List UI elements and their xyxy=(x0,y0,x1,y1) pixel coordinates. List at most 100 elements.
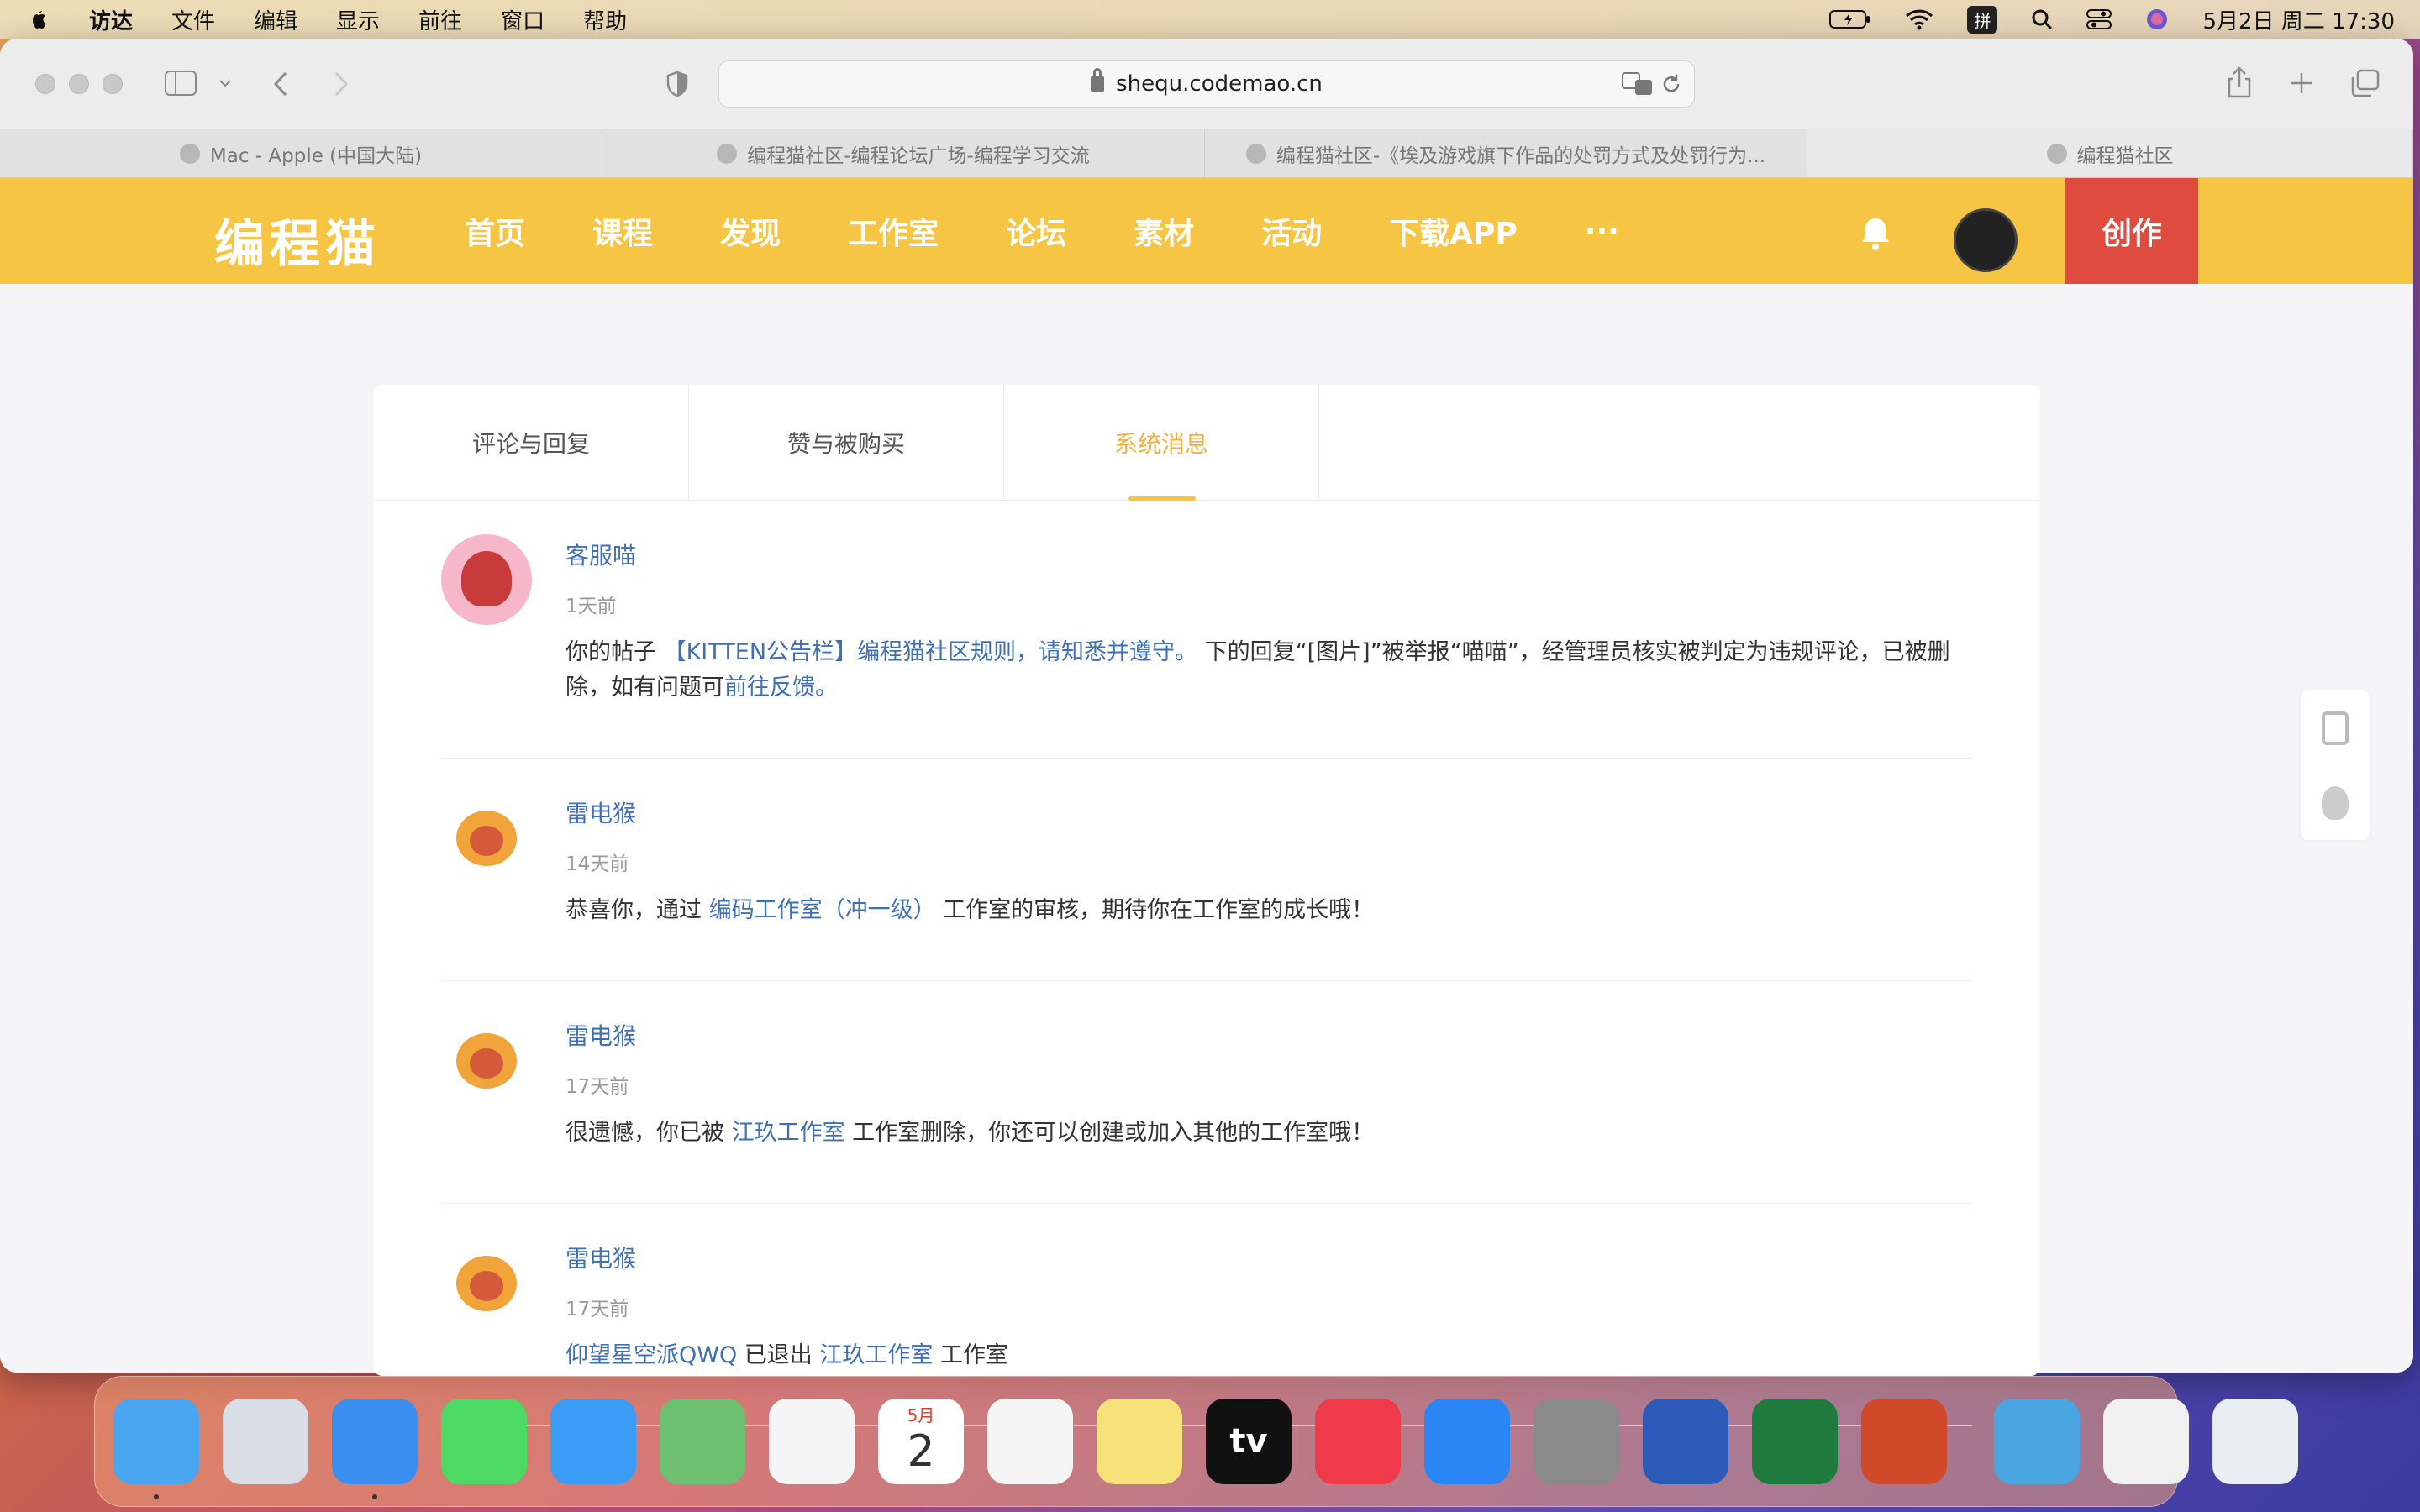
excel-icon[interactable] xyxy=(1752,1399,1838,1484)
reminders-icon[interactable] xyxy=(987,1399,1073,1484)
list-item: 雷电猴 17天前 很遗憾，你已被 江玖工作室 工作室删除，你还可以创建或加入其他的工… xyxy=(441,981,1972,1204)
apple-icon[interactable] xyxy=(25,7,50,32)
browser-tab[interactable]: Mac - Apple (中国大陆) xyxy=(0,129,602,177)
menubar-datetime[interactable]: 5月2日 周二 17:30 xyxy=(2202,4,2395,35)
nav-home[interactable]: 首页 xyxy=(465,209,525,253)
message-text: 很遗憾，你已被 江玖工作室 工作室删除，你还可以创建或加入其他的工作室哦！ xyxy=(566,1116,1972,1151)
address-bar[interactable]: shequ.codemao.cn xyxy=(718,60,1695,108)
nav-more[interactable]: ··· xyxy=(1585,214,1619,249)
message-body: 雷电猴 17天前 仰望星空派QWQ 已退出 江玖工作室 工作室 xyxy=(566,1237,1972,1373)
message-link[interactable]: 【KITTEN公告栏】编程猫社区规则，请知悉并遵守。 xyxy=(664,639,1197,665)
trash-icon[interactable] xyxy=(2212,1399,2298,1484)
mobile-device-icon[interactable] xyxy=(2322,711,2349,745)
spotlight-search-icon[interactable] xyxy=(2031,8,2053,30)
browser-tab[interactable]: 编程猫社区-编程论坛广场-编程学习交流 xyxy=(602,129,1205,177)
running-indicator xyxy=(154,1494,159,1499)
nav-discover[interactable]: 发现 xyxy=(720,209,781,253)
minimize-window-button[interactable] xyxy=(69,73,89,94)
back-icon[interactable] xyxy=(272,71,289,97)
message-text-part: 你的帖子 xyxy=(566,639,664,665)
siri-icon[interactable] xyxy=(2145,8,2169,31)
menu-window[interactable]: 窗口 xyxy=(501,4,544,35)
forward-icon[interactable] xyxy=(333,71,350,97)
privacy-shield-icon[interactable] xyxy=(666,71,689,97)
message-link[interactable]: 仰望星空派QWQ xyxy=(566,1342,737,1368)
preview-doc-icon[interactable] xyxy=(2103,1399,2189,1484)
photos-icon[interactable] xyxy=(769,1399,855,1484)
share-icon[interactable] xyxy=(2227,66,2252,99)
message-link[interactable]: 编码工作室（冲一级） xyxy=(709,897,936,923)
folder-icon[interactable] xyxy=(1994,1399,2080,1484)
translate-icon[interactable] xyxy=(1622,71,1654,97)
create-button[interactable]: 创作 xyxy=(2065,178,2198,284)
nav-download-app[interactable]: 下载APP xyxy=(1389,209,1518,253)
browser-tab[interactable]: 编程猫社区-《埃及游戏旗下作品的处罚方式及处罚行为... xyxy=(1205,129,1807,177)
tab-system-messages[interactable]: 系统消息 xyxy=(1004,385,1319,501)
sender-name[interactable]: 雷电猴 xyxy=(566,795,1972,829)
message-link[interactable]: 前往反馈。 xyxy=(724,675,838,701)
notes-icon[interactable] xyxy=(1097,1399,1182,1484)
side-float-bar xyxy=(2301,690,2370,840)
nav-courses[interactable]: 课程 xyxy=(592,209,653,253)
word-icon[interactable] xyxy=(1643,1399,1728,1484)
calendar-month: 5月 xyxy=(907,1405,935,1425)
control-center-icon[interactable] xyxy=(2086,8,2112,30)
appstore-icon[interactable] xyxy=(1424,1399,1510,1484)
menu-view[interactable]: 显示 xyxy=(336,4,380,35)
avatar[interactable] xyxy=(441,792,532,883)
avatar[interactable] xyxy=(441,1237,532,1328)
qq-penguin-icon[interactable] xyxy=(2322,785,2349,820)
safari-icon[interactable] xyxy=(332,1399,418,1499)
notification-bell-icon[interactable] xyxy=(1859,215,1892,252)
codemao-favicon-icon xyxy=(2046,143,2067,164)
menu-go[interactable]: 前往 xyxy=(418,4,462,35)
codemao-favicon-icon xyxy=(717,143,738,164)
message-link[interactable]: 江玖工作室 xyxy=(819,1342,933,1368)
input-method-icon[interactable]: 拼 xyxy=(1967,5,1998,34)
url-text[interactable]: shequ.codemao.cn xyxy=(1116,71,1323,97)
menu-help[interactable]: 帮助 xyxy=(583,4,627,35)
tab-overview-icon[interactable] xyxy=(2349,69,2380,97)
user-avatar[interactable] xyxy=(1954,208,2018,272)
menu-finder[interactable]: 访达 xyxy=(89,4,133,35)
site-logo[interactable]: 编程猫 xyxy=(214,203,381,276)
battery-icon[interactable] xyxy=(1829,9,1871,29)
dock: 5月 2 tv xyxy=(94,1376,2298,1507)
nav-forum[interactable]: 论坛 xyxy=(1006,209,1066,253)
reload-icon[interactable] xyxy=(1660,73,1682,95)
tab-comments-replies[interactable]: 评论与回复 xyxy=(374,385,689,500)
powerpoint-icon[interactable] xyxy=(1861,1399,1947,1484)
codemao-favicon-icon xyxy=(1245,143,1266,164)
messages-icon[interactable] xyxy=(441,1399,527,1484)
calendar-icon[interactable]: 5月 2 xyxy=(878,1399,964,1484)
browser-tab-active[interactable]: 编程猫社区 xyxy=(1807,129,2413,177)
mail-icon[interactable] xyxy=(550,1399,636,1484)
avatar[interactable] xyxy=(441,534,532,625)
avatar[interactable] xyxy=(441,1015,532,1105)
tab-title: 编程猫社区 xyxy=(2076,144,2174,167)
launchpad-icon[interactable] xyxy=(223,1399,308,1484)
message-text: 你的帖子 【KITTEN公告栏】编程猫社区规则，请知悉并遵守。 下的回复“[图片… xyxy=(566,635,1972,706)
settings-icon[interactable] xyxy=(1534,1399,1619,1484)
chevron-down-icon[interactable] xyxy=(218,79,232,87)
maps-icon[interactable] xyxy=(660,1399,745,1484)
close-window-button[interactable] xyxy=(35,73,55,94)
menu-edit[interactable]: 编辑 xyxy=(254,4,297,35)
nav-assets[interactable]: 素材 xyxy=(1134,209,1194,253)
nav-studio[interactable]: 工作室 xyxy=(848,209,939,253)
finder-icon[interactable] xyxy=(113,1399,199,1499)
tab-bar: Mac - Apple (中国大陆) 编程猫社区-编程论坛广场-编程学习交流 编… xyxy=(0,129,2413,178)
menu-file[interactable]: 文件 xyxy=(171,4,215,35)
nav-events[interactable]: 活动 xyxy=(1261,209,1322,253)
wifi-icon[interactable] xyxy=(1905,8,1933,30)
new-tab-icon[interactable] xyxy=(2289,71,2314,96)
music-icon[interactable] xyxy=(1315,1399,1401,1484)
sidebar-toggle-icon[interactable] xyxy=(165,71,197,96)
sender-name[interactable]: 雷电猴 xyxy=(566,1018,1972,1052)
sender-name[interactable]: 雷电猴 xyxy=(566,1241,1972,1274)
tab-likes-purchases[interactable]: 赞与被购买 xyxy=(689,385,1004,500)
zoom-window-button[interactable] xyxy=(103,73,123,94)
sender-name[interactable]: 客服喵 xyxy=(566,538,1972,571)
appletv-icon[interactable]: tv xyxy=(1206,1399,1292,1484)
message-link[interactable]: 江玖工作室 xyxy=(732,1120,845,1146)
